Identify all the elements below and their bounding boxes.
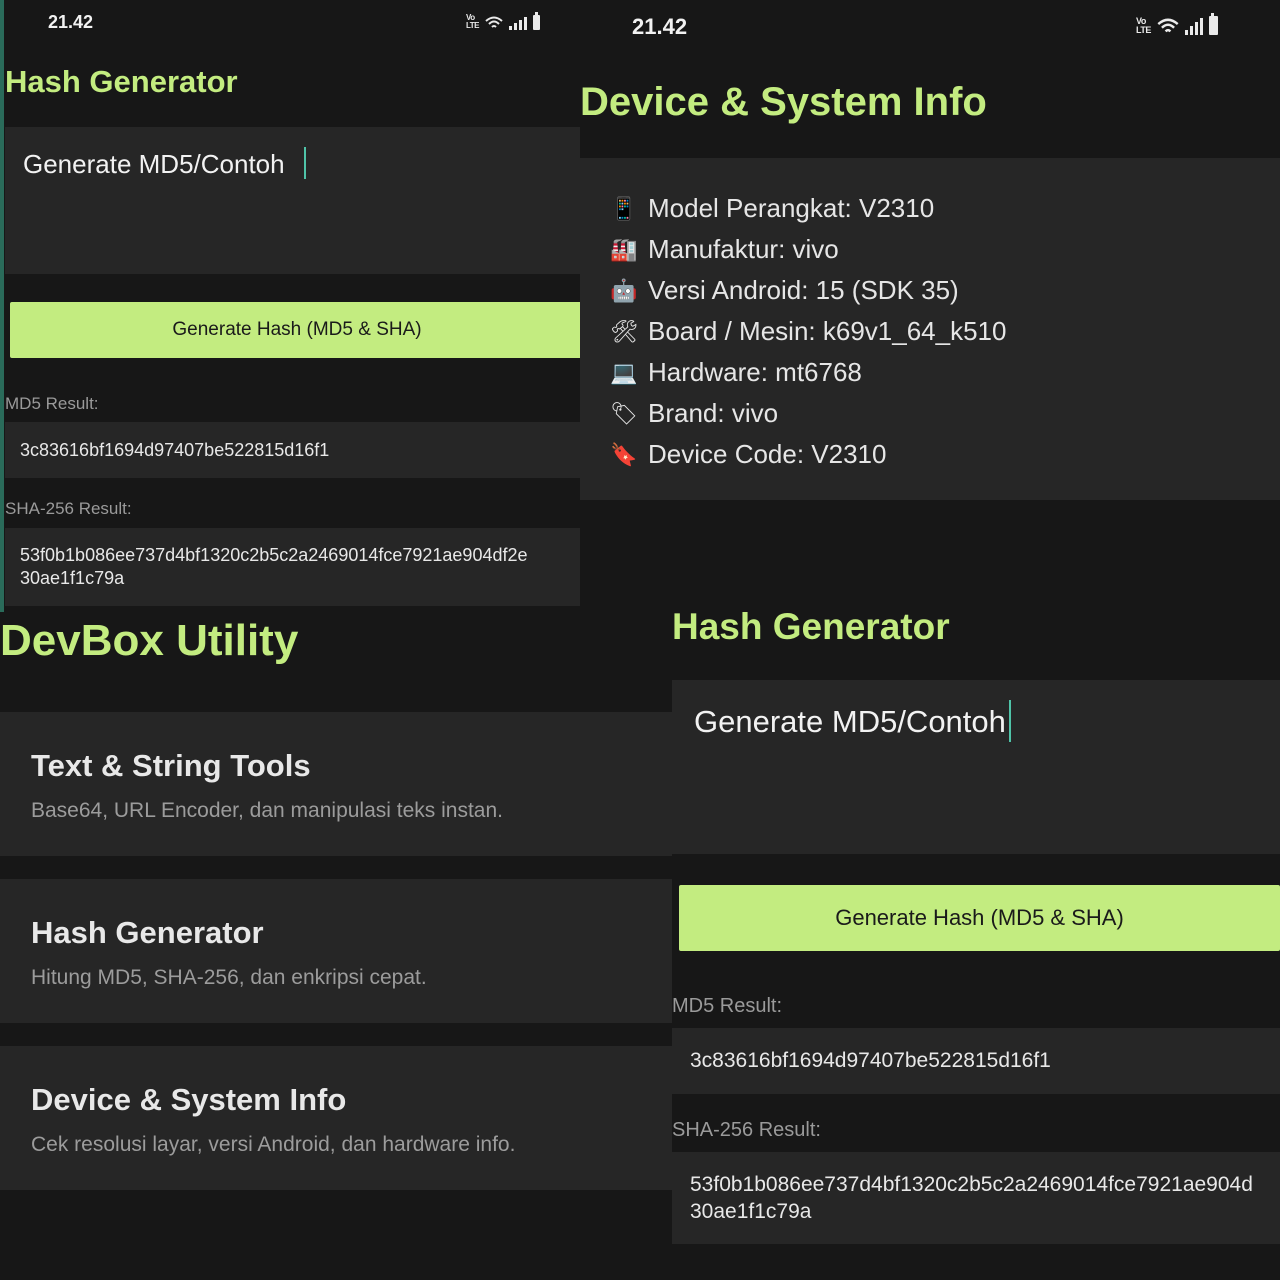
signal-icon bbox=[1184, 18, 1203, 35]
generate-hash-button[interactable]: Generate Hash (MD5 & SHA) bbox=[10, 302, 580, 358]
screen-hash-generator-large: Hash Generator Generate MD5/Contoh Gener… bbox=[672, 540, 1280, 1280]
info-row-manufacturer: 🏭 Manufaktur: vivo bbox=[610, 229, 1006, 270]
info-row-hardware: 💻 Hardware: mt6768 bbox=[610, 352, 1006, 393]
page-title: Hash Generator bbox=[5, 64, 238, 99]
device-info-card: 📱 Model Perangkat: V2310 🏭 Manufaktur: viv… bbox=[580, 158, 1280, 500]
generate-hash-button-label: Generate Hash (MD5 & SHA) bbox=[835, 905, 1124, 930]
hash-input-field[interactable]: Generate MD5/Contoh bbox=[672, 680, 1280, 854]
info-row-brand: 🏷 Brand: vivo bbox=[610, 393, 1006, 434]
sha256-result-line-2: 30ae1f1c79a bbox=[690, 1200, 812, 1223]
laptop-icon: 💻 bbox=[610, 359, 638, 385]
tool-card-title: Text & String Tools bbox=[31, 748, 311, 783]
md5-result-value: 3c83616bf1694d97407be522815d16f1 bbox=[20, 440, 330, 460]
tool-card-hash-generator[interactable]: Hash Generator Hitung MD5, SHA-256, dan … bbox=[0, 879, 672, 1023]
device-info-list: 📱 Model Perangkat: V2310 🏭 Manufaktur: viv… bbox=[610, 188, 1006, 475]
status-icons: Vo LTE bbox=[466, 12, 541, 30]
volte-icon: Vo LTE bbox=[1136, 16, 1151, 35]
info-text: Hardware: mt6768 bbox=[648, 357, 862, 387]
text-caret bbox=[304, 147, 306, 179]
robot-icon: 🤖 bbox=[610, 277, 638, 303]
sha256-result-box: 53f0b1b086ee737d4bf1320c2b5c2a2469014fce… bbox=[5, 528, 580, 606]
tools-icon: 🛠 bbox=[610, 318, 638, 344]
info-text: Device Code: V2310 bbox=[648, 439, 887, 469]
sha256-result-label: SHA-256 Result: bbox=[5, 499, 132, 518]
hash-input-field[interactable]: Generate MD5/Contoh bbox=[5, 127, 580, 274]
info-row-android-version: 🤖 Versi Android: 15 (SDK 35) bbox=[610, 270, 1006, 311]
tool-card-text-string[interactable]: Text & String Tools Base64, URL Encoder,… bbox=[0, 712, 672, 856]
sha256-result-line-1: 53f0b1b086ee737d4bf1320c2b5c2a2469014fce… bbox=[690, 1173, 1253, 1196]
md5-result-value: 3c83616bf1694d97407be522815d16f1 bbox=[690, 1049, 1051, 1072]
app-title: DevBox Utility bbox=[0, 616, 299, 665]
page-title: Hash Generator bbox=[672, 606, 950, 647]
page-title: Device & System Info bbox=[580, 80, 987, 124]
hash-input-value: Generate MD5/Contoh bbox=[23, 149, 285, 179]
info-text: Manufaktur: vivo bbox=[648, 234, 839, 264]
status-icons: Vo LTE bbox=[1136, 13, 1218, 35]
info-text: Board / Mesin: k69v1_64_k510 bbox=[648, 316, 1007, 346]
info-text: Versi Android: 15 (SDK 35) bbox=[648, 275, 959, 305]
info-row-model: 📱 Model Perangkat: V2310 bbox=[610, 188, 1006, 229]
factory-icon: 🏭 bbox=[610, 236, 638, 262]
wifi-icon bbox=[485, 16, 503, 28]
hash-input-value: Generate MD5/Contoh bbox=[694, 704, 1006, 739]
tool-card-title: Hash Generator bbox=[31, 915, 264, 950]
screen-device-info: 21.42 Vo LTE Device & System Info 📱 Model … bbox=[580, 0, 1280, 540]
sha256-result-label: SHA-256 Result: bbox=[672, 1119, 821, 1141]
wifi-icon bbox=[1157, 18, 1179, 33]
sha256-result-line-2: 30ae1f1c79a bbox=[20, 568, 125, 588]
battery-icon bbox=[1208, 13, 1218, 35]
tool-card-description: Cek resolusi layar, versi Android, dan h… bbox=[31, 1133, 516, 1156]
screen-hash-generator-small: 21.42 Vo LTE Hash Generator Generate MD5/… bbox=[0, 0, 580, 612]
generate-hash-button-label: Generate Hash (MD5 & SHA) bbox=[172, 319, 422, 340]
md5-result-box: 3c83616bf1694d97407be522815d16f1 bbox=[672, 1028, 1280, 1094]
signal-icon bbox=[509, 17, 528, 30]
generate-hash-button[interactable]: Generate Hash (MD5 & SHA) bbox=[679, 885, 1280, 951]
info-row-device-code: 🔖 Device Code: V2310 bbox=[610, 434, 1006, 475]
md5-result-label: MD5 Result: bbox=[5, 394, 99, 413]
tool-card-device-info[interactable]: Device & System Info Cek resolusi layar,… bbox=[0, 1046, 672, 1190]
screen-devbox-home: DevBox Utility Text & String Tools Base6… bbox=[0, 612, 672, 1280]
bookmark-icon: 🔖 bbox=[610, 441, 638, 467]
volte-icon: Vo LTE bbox=[466, 13, 480, 30]
text-caret bbox=[1009, 700, 1011, 742]
mobile-phone-icon: 📱 bbox=[610, 195, 638, 221]
md5-result-label: MD5 Result: bbox=[672, 995, 783, 1017]
sha256-result-box: 53f0b1b086ee737d4bf1320c2b5c2a2469014fce… bbox=[672, 1152, 1280, 1244]
md5-result-box: 3c83616bf1694d97407be522815d16f1 bbox=[5, 422, 580, 478]
sha256-result-line-1: 53f0b1b086ee737d4bf1320c2b5c2a2469014fce… bbox=[20, 545, 528, 565]
info-text: Brand: vivo bbox=[648, 398, 779, 428]
status-time: 21.42 bbox=[48, 12, 94, 32]
tool-card-description: Base64, URL Encoder, dan manipulasi teks… bbox=[31, 799, 503, 822]
info-text: Model Perangkat: V2310 bbox=[648, 193, 935, 223]
battery-icon bbox=[533, 12, 541, 30]
info-row-board: 🛠 Board / Mesin: k69v1_64_k510 bbox=[610, 311, 1006, 352]
tag-icon: 🏷 bbox=[610, 400, 638, 426]
tool-card-title: Device & System Info bbox=[31, 1082, 347, 1117]
status-time: 21.42 bbox=[632, 14, 688, 39]
tool-card-description: Hitung MD5, SHA-256, dan enkripsi cepat. bbox=[31, 966, 427, 989]
